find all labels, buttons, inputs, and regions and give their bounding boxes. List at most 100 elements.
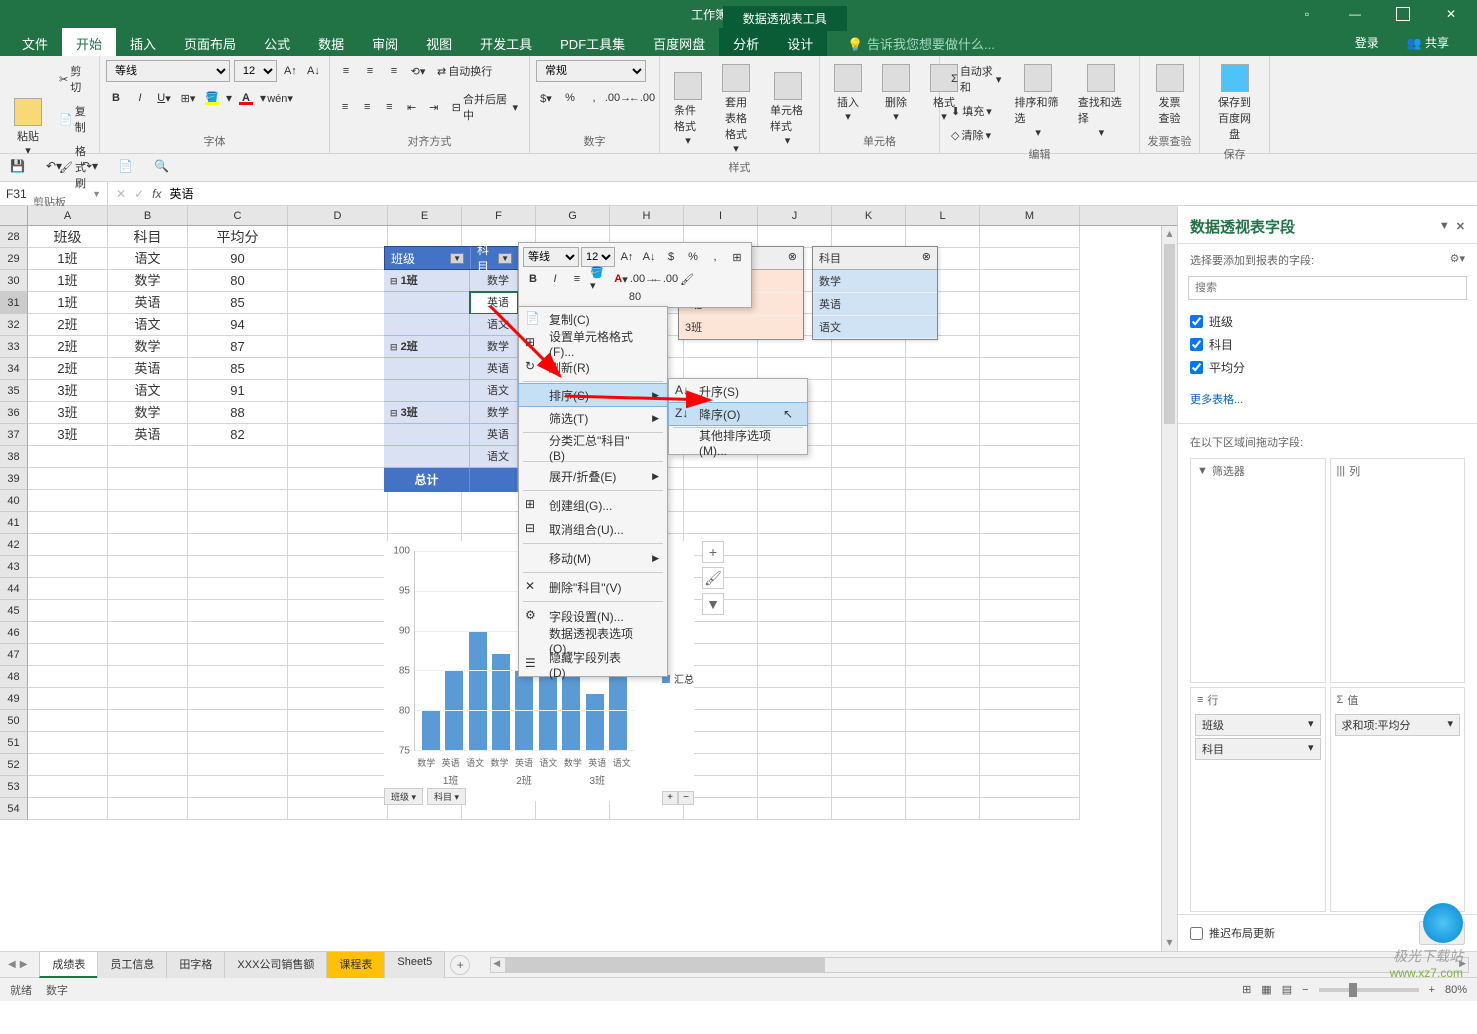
cell[interactable]: 88 bbox=[188, 402, 288, 424]
worksheet-area[interactable]: ABCDEFGHIJKLM 28293031323334353637383940… bbox=[0, 206, 1177, 951]
cell[interactable] bbox=[758, 622, 832, 644]
mini-increase-font-icon[interactable]: A↑ bbox=[617, 247, 637, 267]
column-headers[interactable]: ABCDEFGHIJKLM bbox=[0, 206, 1177, 226]
cell[interactable] bbox=[832, 622, 906, 644]
percent-format-icon[interactable]: % bbox=[560, 88, 580, 108]
font-color-button[interactable]: A bbox=[236, 88, 256, 108]
cell[interactable] bbox=[906, 666, 980, 688]
cell[interactable] bbox=[980, 490, 1080, 512]
area-filters[interactable]: ▼筛选器 bbox=[1190, 458, 1326, 683]
area-row-item[interactable]: 班级▾ bbox=[1195, 714, 1321, 736]
cell[interactable] bbox=[188, 556, 288, 578]
pane-gear-icon[interactable]: ⚙▾ bbox=[1450, 252, 1465, 268]
cell[interactable] bbox=[980, 512, 1080, 534]
select-all-corner[interactable] bbox=[0, 206, 28, 225]
cell[interactable] bbox=[906, 798, 980, 820]
align-top-icon[interactable]: ≡ bbox=[336, 61, 356, 81]
mini-percent-icon[interactable]: % bbox=[683, 247, 703, 267]
mini-decrease-font-icon[interactable]: A↓ bbox=[639, 247, 659, 267]
cell[interactable]: 英语 bbox=[108, 292, 188, 314]
cell[interactable]: 英语 bbox=[108, 424, 188, 446]
cell[interactable] bbox=[288, 776, 388, 798]
row-header[interactable]: 34 bbox=[0, 358, 28, 380]
add-sheet-button[interactable]: + bbox=[450, 955, 470, 975]
cell[interactable]: 2班 bbox=[28, 358, 108, 380]
underline-button[interactable]: U▾ bbox=[154, 88, 174, 108]
cell[interactable]: 3班 bbox=[28, 380, 108, 402]
col-header[interactable]: M bbox=[980, 206, 1080, 225]
cell[interactable] bbox=[188, 578, 288, 600]
clear-button[interactable]: ◇ 清除▾ bbox=[946, 124, 1006, 146]
mini-comma-icon[interactable]: , bbox=[705, 247, 725, 267]
cell[interactable]: 数学 bbox=[108, 270, 188, 292]
pivot-row-item[interactable]: 数学 bbox=[470, 336, 518, 358]
sheet-tab[interactable]: 课程表 bbox=[326, 951, 385, 978]
font-size-select[interactable]: 12 bbox=[234, 60, 277, 82]
cancel-formula-icon[interactable]: ✕ bbox=[116, 187, 126, 201]
view-normal-icon[interactable]: ⊞ bbox=[1242, 983, 1251, 996]
cell[interactable]: 80 bbox=[188, 270, 288, 292]
pivot-row-group[interactable] bbox=[384, 314, 470, 336]
mini-border-icon[interactable]: ⊞ bbox=[727, 247, 747, 267]
pivot-row-group[interactable]: ⊟ 1班 bbox=[384, 270, 470, 292]
cell[interactable] bbox=[288, 402, 388, 424]
mini-font-color-icon[interactable]: A▾ bbox=[611, 269, 631, 289]
area-columns[interactable]: |||列 bbox=[1330, 458, 1466, 683]
formula-input[interactable] bbox=[169, 187, 1469, 201]
row-header[interactable]: 31 bbox=[0, 292, 28, 314]
chart-bar[interactable] bbox=[469, 631, 487, 750]
row-header[interactable]: 28 bbox=[0, 226, 28, 248]
cell[interactable] bbox=[28, 556, 108, 578]
ctx-hide-field-list[interactable]: ☰隐藏字段列表(D) bbox=[519, 652, 667, 676]
cell[interactable] bbox=[28, 644, 108, 666]
mini-toolbar[interactable]: 等线 12 A↑ A↓ $ % , ⊞ B I ≡ 🪣▾ A▾ .00→ ←.0… bbox=[518, 242, 752, 308]
mini-dec-decimal-icon[interactable]: ←.00 bbox=[655, 269, 675, 289]
cell[interactable] bbox=[758, 490, 832, 512]
align-bottom-icon[interactable]: ≡ bbox=[384, 61, 404, 81]
cell[interactable]: 平均分 bbox=[188, 226, 288, 248]
phonetic-button[interactable]: wén▾ bbox=[270, 88, 290, 108]
insert-cells-button[interactable]: 插入▾ bbox=[826, 60, 870, 127]
cell[interactable] bbox=[108, 556, 188, 578]
sort-submenu[interactable]: A↓升序(S) Z↓降序(O)↖ 其他排序选项(M)... bbox=[668, 378, 808, 455]
cell[interactable] bbox=[288, 556, 388, 578]
cell[interactable] bbox=[108, 710, 188, 732]
row-header[interactable]: 33 bbox=[0, 336, 28, 358]
merge-center-button[interactable]: ⊟ 合并后居中▾ bbox=[447, 88, 523, 126]
cell[interactable] bbox=[28, 776, 108, 798]
cell[interactable]: 90 bbox=[188, 248, 288, 270]
close-icon[interactable]: ✕ bbox=[1433, 3, 1469, 25]
ribbon-options-icon[interactable]: ▫ bbox=[1289, 3, 1325, 25]
mini-currency-icon[interactable]: $ bbox=[661, 247, 681, 267]
cell[interactable] bbox=[188, 732, 288, 754]
cell[interactable] bbox=[832, 468, 906, 490]
mini-italic-icon[interactable]: I bbox=[545, 269, 565, 289]
pivot-header-class[interactable]: 班级▼ bbox=[385, 247, 471, 269]
cell[interactable] bbox=[906, 732, 980, 754]
cell[interactable] bbox=[462, 798, 536, 820]
sheet-tab[interactable]: 员工信息 bbox=[97, 951, 167, 978]
col-header[interactable]: L bbox=[906, 206, 980, 225]
cell[interactable] bbox=[288, 358, 388, 380]
cell[interactable] bbox=[108, 776, 188, 798]
col-header[interactable]: K bbox=[832, 206, 906, 225]
cell[interactable] bbox=[980, 666, 1080, 688]
row-header[interactable]: 49 bbox=[0, 688, 28, 710]
cell[interactable] bbox=[684, 358, 758, 380]
tab-design[interactable]: 设计 bbox=[773, 28, 827, 56]
cell[interactable]: 82 bbox=[188, 424, 288, 446]
cell[interactable] bbox=[108, 732, 188, 754]
cell[interactable]: 94 bbox=[188, 314, 288, 336]
format-painter-button[interactable]: 🖌 格式刷 bbox=[54, 140, 93, 194]
share-button[interactable]: 👥 共享 bbox=[1393, 28, 1463, 56]
cell[interactable] bbox=[980, 424, 1080, 446]
field-label[interactable]: 平均分 bbox=[1209, 359, 1245, 376]
ctx-sort[interactable]: 排序(S)▶ bbox=[518, 383, 668, 407]
tab-baidu[interactable]: 百度网盘 bbox=[639, 28, 719, 56]
row-header[interactable]: 47 bbox=[0, 644, 28, 666]
accounting-format-icon[interactable]: $▾ bbox=[536, 88, 556, 108]
find-select-button[interactable]: 查找和选择▾ bbox=[1070, 60, 1133, 146]
cell[interactable] bbox=[758, 732, 832, 754]
cell[interactable] bbox=[28, 534, 108, 556]
cell[interactable] bbox=[684, 688, 758, 710]
